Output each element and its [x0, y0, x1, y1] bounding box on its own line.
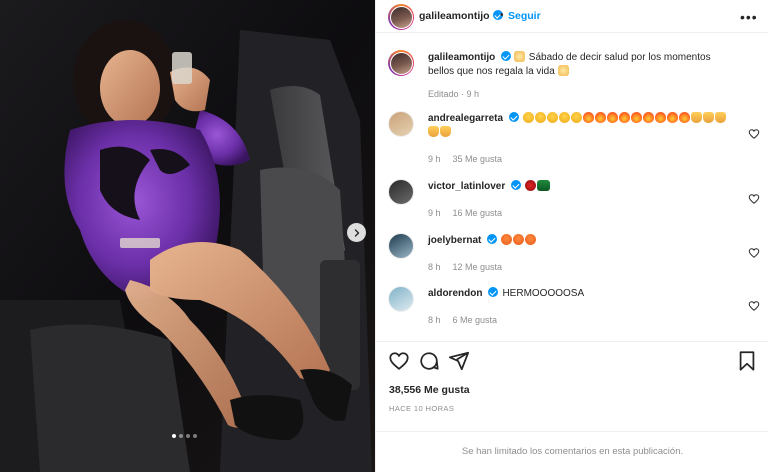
post-media[interactable]	[0, 0, 375, 472]
verified-badge-icon	[487, 234, 498, 244]
comment-meta: 8 h 6 Me gusta	[428, 315, 509, 325]
pray-emoji-icon	[440, 126, 451, 137]
caption-meta: Editado · 9 h	[428, 89, 480, 99]
carousel-dot	[193, 434, 197, 438]
post-timestamp: HACE 10 HORAS	[389, 404, 455, 413]
commenter-avatar[interactable]	[388, 233, 414, 259]
car-emoji-icon	[537, 180, 551, 191]
comments-thread[interactable]: galileamontijo Sábado de decir salud por…	[376, 40, 768, 340]
pray-emoji-icon	[715, 112, 727, 123]
comment-item: andrealegarreta 9 h 35 Me gusta	[376, 108, 768, 172]
commenter-avatar[interactable]	[388, 286, 414, 312]
comment-body: HERMOOOOOSA	[502, 288, 585, 299]
commenter-username[interactable]: andrealegarreta	[428, 113, 503, 124]
comments-limited-notice: Se han limitado los comentarios en esta …	[376, 431, 768, 472]
fire-emoji-icon	[619, 112, 631, 123]
bookmark-icon[interactable]	[736, 350, 758, 372]
comment-likes[interactable]: 16 Me gusta	[453, 208, 503, 218]
comment-time: 8 h	[428, 262, 441, 272]
pray-emoji-icon	[428, 126, 439, 137]
follow-button[interactable]: Seguir	[508, 10, 541, 22]
caption-text: galileamontijo Sábado de decir salud por…	[428, 51, 738, 79]
commenter-avatar[interactable]	[388, 111, 414, 137]
caption-avatar[interactable]	[388, 50, 414, 76]
comment-text: victor_latinlover	[428, 180, 738, 194]
more-horizontal-icon[interactable]: •••	[740, 9, 758, 25]
comment-text: aldorendon HERMOOOOOSA	[428, 287, 738, 301]
face-emoji-icon	[547, 112, 559, 123]
comment-likes[interactable]: 35 Me gusta	[453, 154, 503, 164]
fire-emoji-icon	[631, 112, 643, 123]
fire-emoji-icon	[595, 112, 607, 123]
chevron-right-icon	[354, 228, 359, 237]
carousel-dots	[172, 434, 197, 438]
love-emoji-icon	[513, 234, 525, 245]
commenter-username[interactable]: victor_latinlover	[428, 181, 505, 192]
carousel-dot	[179, 434, 183, 438]
fire-emoji-icon	[643, 112, 655, 123]
comment-time: 8 h	[428, 315, 441, 325]
post-caption: galileamontijo Sábado de decir salud por…	[376, 47, 768, 103]
caption-username[interactable]: galileamontijo	[428, 52, 495, 63]
author-avatar[interactable]	[388, 4, 414, 30]
verified-badge-icon	[488, 287, 499, 297]
comment-like-heart-icon[interactable]	[748, 193, 760, 205]
comment-icon[interactable]	[418, 350, 440, 372]
carousel-dot	[186, 434, 190, 438]
commenter-username[interactable]: joelybernat	[428, 235, 481, 246]
comment-meta: 9 h 35 Me gusta	[428, 154, 514, 164]
action-bar: 38,556 Me gusta HACE 10 HORAS	[376, 341, 768, 431]
comment-like-heart-icon[interactable]	[748, 247, 760, 259]
comment-text: andrealegarreta	[428, 112, 738, 140]
love-emoji-icon	[501, 234, 513, 245]
face-emoji-icon	[523, 112, 535, 123]
author-username[interactable]: galileamontijo	[419, 10, 503, 22]
love-emoji-icon	[525, 234, 537, 245]
fire-emoji-icon	[667, 112, 679, 123]
comment-meta: 9 h 16 Me gusta	[428, 208, 514, 218]
commenter-avatar[interactable]	[388, 179, 414, 205]
carousel-next-button[interactable]	[347, 223, 366, 242]
comment-likes[interactable]: 12 Me gusta	[453, 262, 503, 272]
verified-badge-icon	[511, 180, 522, 190]
pray-emoji-icon	[703, 112, 715, 123]
face-emoji-icon	[559, 112, 571, 123]
carousel-dot	[172, 434, 176, 438]
fire-emoji-icon	[583, 112, 595, 123]
fire-emoji-icon	[607, 112, 619, 123]
comment-likes[interactable]: 6 Me gusta	[453, 315, 498, 325]
share-icon[interactable]	[448, 350, 470, 372]
post-header: galileamontijo • Seguir •••	[376, 0, 768, 33]
commenter-username[interactable]: aldorendon	[428, 288, 482, 299]
comment-like-heart-icon[interactable]	[748, 300, 760, 312]
verified-badge-icon	[501, 51, 512, 61]
comment-like-heart-icon[interactable]	[748, 128, 760, 140]
verified-badge-icon	[509, 112, 520, 122]
comment-time: 9 h	[428, 154, 441, 164]
pray-emoji-icon	[691, 112, 703, 123]
cheers-emoji-icon	[514, 51, 526, 62]
post-sidebar: galileamontijo • Seguir ••• galileamonti…	[375, 0, 768, 472]
comment-item: joelybernat 8 h 12 Me gusta	[376, 230, 768, 280]
comments-limited-text: Se han limitado los comentarios en esta …	[461, 446, 684, 457]
comment-meta: 8 h 12 Me gusta	[428, 262, 514, 272]
instagram-post: galileamontijo • Seguir ••• galileamonti…	[0, 0, 768, 472]
rose-emoji-icon	[525, 180, 537, 191]
heart-icon[interactable]	[388, 350, 410, 372]
comment-item: aldorendon HERMOOOOOSA 8 h 6 Me gusta	[376, 283, 768, 333]
comment-text: joelybernat	[428, 234, 738, 248]
post-photo	[0, 0, 375, 472]
cheers-emoji-icon	[557, 65, 569, 76]
comment-time: 9 h	[428, 208, 441, 218]
face-emoji-icon	[535, 112, 547, 123]
fire-emoji-icon	[655, 112, 667, 123]
fire-emoji-icon	[679, 112, 691, 123]
header-separator: •	[500, 10, 504, 21]
likes-count[interactable]: 38,556 Me gusta	[389, 384, 470, 396]
comment-item: victor_latinlover 9 h 16 Me gusta	[376, 176, 768, 226]
face-emoji-icon	[571, 112, 583, 123]
